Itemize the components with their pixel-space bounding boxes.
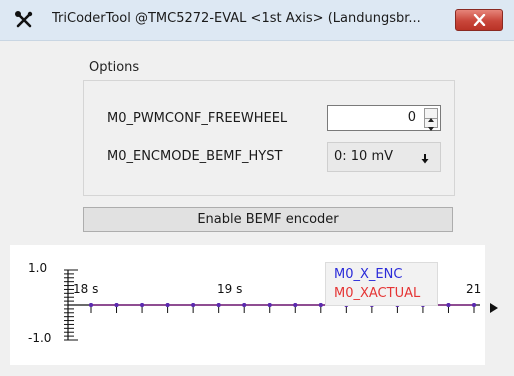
freewheel-label: M0_PWMCONF_FREEWHEEL (107, 111, 288, 126)
bemf-hyst-value: 0: 10 mV (334, 149, 394, 164)
legend-item-xactual: M0_XACTUAL (334, 286, 421, 301)
data-point (114, 303, 119, 307)
x-tick-label: 18 s (73, 282, 98, 296)
data-point (267, 303, 272, 307)
freewheel-value[interactable]: 0 (408, 110, 416, 125)
bemf-hyst-label: M0_ENCMODE_BEMF_HYST (107, 149, 283, 164)
data-point (293, 303, 298, 307)
bemf-hyst-select[interactable]: 0: 10 mV (327, 142, 441, 172)
chevron-down-icon (428, 127, 434, 131)
window-title: TriCoderTool @TMC5272-EVAL <1st Axis> (L… (52, 11, 421, 26)
close-icon (473, 14, 486, 26)
data-point (89, 303, 93, 307)
enable-bemf-encoder-button[interactable]: Enable BEMF encoder (83, 207, 453, 232)
data-point (165, 303, 170, 307)
data-point (472, 303, 476, 307)
play-arrow-icon[interactable] (489, 302, 499, 314)
arrow-down-icon (421, 154, 429, 164)
data-point (216, 303, 221, 307)
data-point (318, 303, 323, 307)
freewheel-stepper[interactable]: 0 (327, 105, 441, 131)
y-tick-label: -1.0 (28, 331, 51, 345)
data-point (191, 303, 196, 307)
data-point (446, 303, 451, 307)
spin-down-button[interactable] (425, 118, 437, 131)
data-point (242, 303, 247, 307)
tools-icon[interactable] (14, 10, 34, 30)
options-group (83, 80, 455, 196)
chart-legend: M0_X_ENC M0_XACTUAL (325, 262, 438, 306)
options-group-label: Options (89, 60, 140, 75)
x-tick-label: 21 (466, 282, 481, 296)
legend-item-x-enc: M0_X_ENC (334, 267, 403, 282)
x-tick-label: 19 s (217, 282, 242, 296)
y-tick-label: 1.0 (28, 261, 47, 275)
data-point (140, 303, 145, 307)
spin-buttons (424, 108, 438, 131)
close-button[interactable] (455, 9, 503, 31)
title-bar: TriCoderTool @TMC5272-EVAL <1st Axis> (L… (0, 0, 514, 41)
